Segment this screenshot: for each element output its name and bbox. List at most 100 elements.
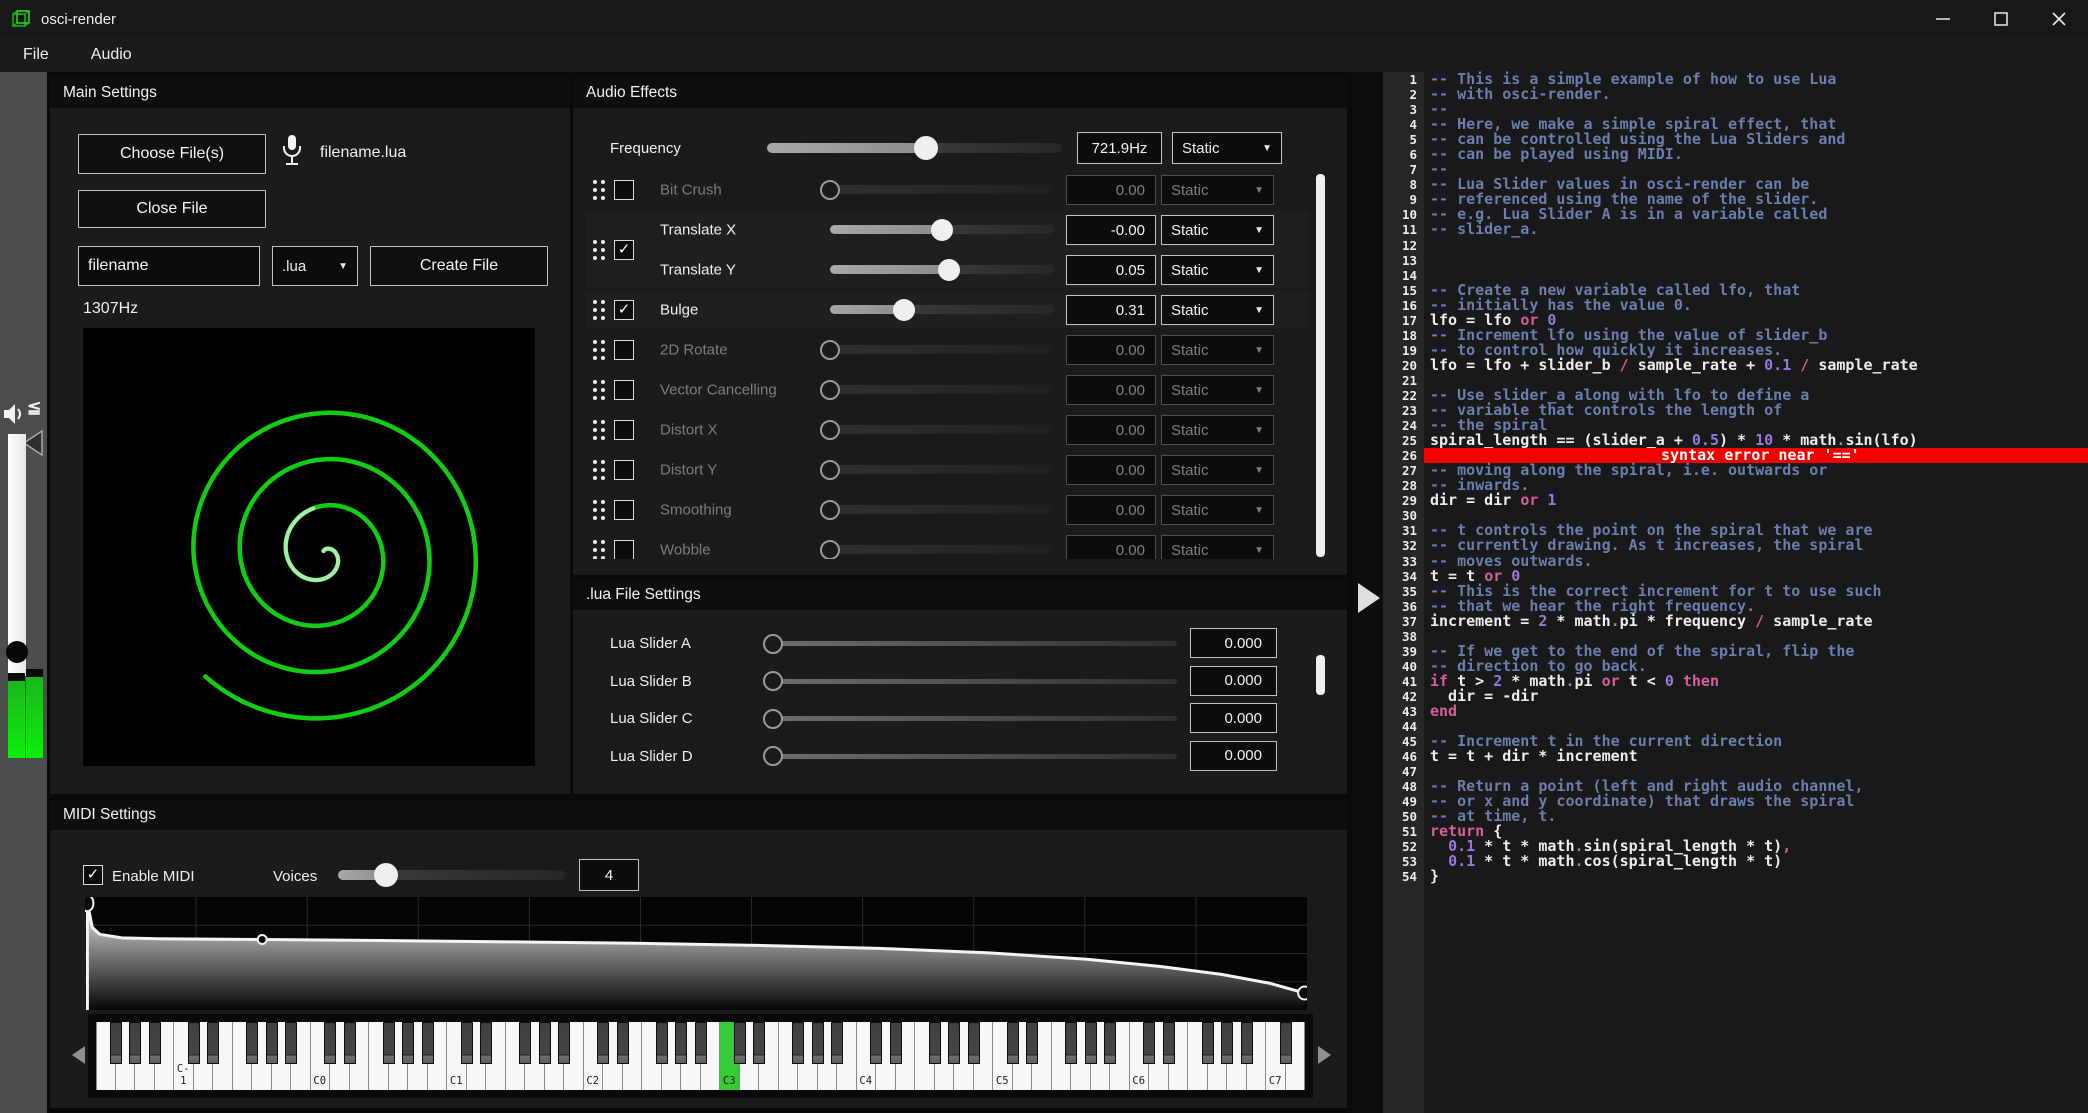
piano-key-black[interactable] xyxy=(1007,1022,1019,1064)
piano-key-black[interactable] xyxy=(285,1022,297,1064)
lua-slider[interactable] xyxy=(773,641,1177,646)
piano-key-black[interactable] xyxy=(246,1022,258,1064)
choose-file-button[interactable]: Choose File(s) xyxy=(78,134,266,174)
frequency-mode-dropdown[interactable]: Static ▼ xyxy=(1172,132,1282,164)
piano-key-black[interactable] xyxy=(1280,1022,1292,1064)
effect-enable-checkbox[interactable] xyxy=(614,460,634,480)
effect-slider-thumb[interactable] xyxy=(820,380,840,400)
piano-key-black[interactable] xyxy=(422,1022,434,1064)
lua-slider[interactable] xyxy=(773,679,1177,684)
voices-slider[interactable] xyxy=(338,870,565,880)
code-line[interactable]: 46t = t + dir * increment xyxy=(1353,749,2088,764)
effect-slider-thumb[interactable] xyxy=(820,460,840,480)
effect-slider[interactable] xyxy=(830,385,1054,394)
piano-key-black[interactable] xyxy=(324,1022,336,1064)
create-file-button[interactable]: Create File xyxy=(370,246,548,286)
menu-file[interactable]: File xyxy=(10,46,62,64)
piano-key-black[interactable] xyxy=(812,1022,824,1064)
keyboard-scroll-left-icon[interactable] xyxy=(72,1046,85,1064)
piano-key-black[interactable] xyxy=(1221,1022,1233,1064)
piano-key-black[interactable] xyxy=(695,1022,707,1064)
piano-key-black[interactable] xyxy=(1163,1022,1175,1064)
adsr-envelope-display[interactable] xyxy=(85,897,1307,1010)
piano-key-black[interactable] xyxy=(929,1022,941,1064)
piano-key-black[interactable] xyxy=(675,1022,687,1064)
effect-mode-dropdown[interactable]: Static▼ xyxy=(1161,495,1274,525)
effect-slider[interactable] xyxy=(830,265,1054,274)
effect-value-box[interactable]: 0.00 xyxy=(1066,175,1156,205)
code-line[interactable]: 43end xyxy=(1353,704,2088,719)
effect-slider[interactable] xyxy=(830,425,1054,434)
keyboard-scroll-right-icon[interactable] xyxy=(1318,1046,1331,1064)
piano-key-black[interactable] xyxy=(207,1022,219,1064)
lua-slider-thumb[interactable] xyxy=(763,709,783,729)
piano-keyboard[interactable]: C-1C0C1C2C3C4C5C6C7 xyxy=(96,1022,1305,1090)
piano-key-black[interactable] xyxy=(1241,1022,1253,1064)
code-line[interactable]: 37increment = 2 * math.pi * frequency / … xyxy=(1353,614,2088,629)
filename-input[interactable] xyxy=(78,246,260,286)
effect-value-box[interactable]: -0.00 xyxy=(1066,215,1156,245)
drag-handle-icon[interactable] xyxy=(593,180,606,201)
lua-slider[interactable] xyxy=(773,754,1177,759)
effect-mode-dropdown[interactable]: Static▼ xyxy=(1161,255,1274,285)
piano-key-black[interactable] xyxy=(1104,1022,1116,1064)
frequency-slider-thumb[interactable] xyxy=(914,136,938,160)
drag-handle-icon[interactable] xyxy=(593,240,606,261)
lua-slider-value-box[interactable]: 0.000 xyxy=(1190,628,1277,658)
lua-slider-thumb[interactable] xyxy=(763,634,783,654)
effect-enable-checkbox[interactable]: ✓ xyxy=(614,240,634,260)
envelope-handle[interactable] xyxy=(258,935,267,944)
piano-key-black[interactable] xyxy=(461,1022,473,1064)
piano-key-black[interactable] xyxy=(831,1022,843,1064)
piano-key-black[interactable] xyxy=(870,1022,882,1064)
piano-key-black[interactable] xyxy=(402,1022,414,1064)
lua-slider-value-box[interactable]: 0.000 xyxy=(1190,703,1277,733)
drag-handle-icon[interactable] xyxy=(593,500,606,521)
code-line[interactable]: 12 xyxy=(1353,238,2088,253)
volume-slider-track[interactable] xyxy=(8,434,26,676)
piano-key-black[interactable] xyxy=(480,1022,492,1064)
piano-key-black[interactable] xyxy=(968,1022,980,1064)
effect-slider[interactable] xyxy=(830,505,1054,514)
effect-slider-thumb[interactable] xyxy=(820,180,840,200)
voices-value-box[interactable]: 4 xyxy=(579,859,639,891)
effect-value-box[interactable]: 0.31 xyxy=(1066,295,1156,325)
drag-handle-icon[interactable] xyxy=(593,340,606,361)
effect-mode-dropdown[interactable]: Static▼ xyxy=(1161,335,1274,365)
piano-key-black[interactable] xyxy=(890,1022,902,1064)
effect-mode-dropdown[interactable]: Static▼ xyxy=(1161,535,1274,559)
code-line[interactable]: 2-- with osci-render. xyxy=(1353,87,2088,102)
effect-enable-checkbox[interactable] xyxy=(614,500,634,520)
piano-key-black[interactable] xyxy=(558,1022,570,1064)
piano-key-black[interactable] xyxy=(734,1022,746,1064)
piano-key-black[interactable] xyxy=(129,1022,141,1064)
code-lines[interactable]: 1-- This is a simple example of how to u… xyxy=(1353,72,2088,885)
close-button[interactable] xyxy=(2030,0,2088,38)
lua-slider-value-box[interactable]: 0.000 xyxy=(1190,741,1277,771)
code-line[interactable]: 6-- can be played using MIDI. xyxy=(1353,147,2088,162)
code-line[interactable]: 54} xyxy=(1353,869,2088,884)
effect-slider[interactable] xyxy=(830,545,1054,554)
code-line[interactable]: 29dir = dir or 1 xyxy=(1353,493,2088,508)
voices-slider-thumb[interactable] xyxy=(374,863,398,887)
effect-value-box[interactable]: 0.00 xyxy=(1066,375,1156,405)
effect-value-box[interactable]: 0.00 xyxy=(1066,495,1156,525)
effect-enable-checkbox[interactable] xyxy=(614,180,634,200)
enable-midi-checkbox[interactable]: ✓ xyxy=(83,865,103,885)
menu-audio[interactable]: Audio xyxy=(78,46,145,64)
lua-slider[interactable] xyxy=(773,716,1177,721)
effect-mode-dropdown[interactable]: Static▼ xyxy=(1161,295,1274,325)
extension-dropdown[interactable]: .lua ▼ xyxy=(272,246,358,286)
piano-key-black[interactable] xyxy=(539,1022,551,1064)
piano-key-black[interactable] xyxy=(110,1022,122,1064)
piano-key-black[interactable] xyxy=(344,1022,356,1064)
piano-key-black[interactable] xyxy=(1026,1022,1038,1064)
effect-slider[interactable] xyxy=(830,345,1054,354)
piano-key-black[interactable] xyxy=(597,1022,609,1064)
lua-settings-scrollbar[interactable] xyxy=(1316,655,1325,695)
effect-mode-dropdown[interactable]: Static▼ xyxy=(1161,215,1274,245)
lua-slider-thumb[interactable] xyxy=(763,746,783,766)
piano-key-black[interactable] xyxy=(383,1022,395,1064)
piano-key-black[interactable] xyxy=(656,1022,668,1064)
drag-handle-icon[interactable] xyxy=(593,460,606,481)
